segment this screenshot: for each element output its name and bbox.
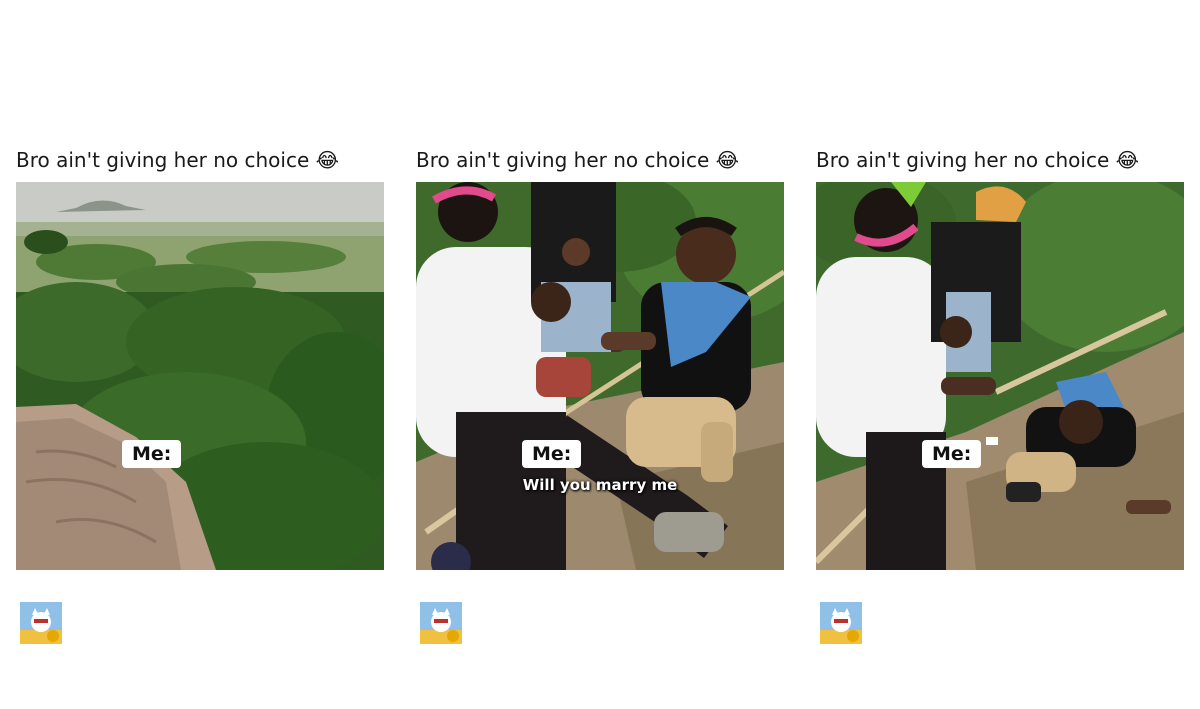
cliff-forest-scene bbox=[16, 182, 384, 570]
cartoon-cat-avatar-icon[interactable] bbox=[420, 602, 462, 644]
panel-caption: Bro ain't giving her no choice 😂 bbox=[416, 140, 784, 180]
meme-panel-1: Bro ain't giving her no choice 😂 Me: bbox=[16, 140, 384, 644]
video-frame-aftermath[interactable]: Me: bbox=[816, 182, 1184, 570]
video-frame-proposal[interactable]: Me: Will you marry me bbox=[416, 182, 784, 570]
me-overlay-label: Me: bbox=[122, 440, 182, 468]
proposal-scene bbox=[416, 182, 784, 570]
laughing-crying-emoji-icon: 😂 bbox=[315, 148, 339, 172]
video-subtitle: Will you marry me bbox=[522, 476, 678, 494]
panel-caption: Bro ain't giving her no choice 😂 bbox=[16, 140, 384, 180]
caption-text: Bro ain't giving her no choice bbox=[416, 148, 710, 172]
me-overlay-label: Me: bbox=[522, 440, 582, 468]
meme-panel-3: Bro ain't giving her no choice 😂 Me: bbox=[816, 140, 1184, 644]
aftermath-scene bbox=[816, 182, 1184, 570]
laughing-crying-emoji-icon: 😂 bbox=[1115, 148, 1139, 172]
meme-panel-2: Bro ain't giving her no choice 😂 Me: Wil… bbox=[416, 140, 784, 644]
panel-caption: Bro ain't giving her no choice 😂 bbox=[816, 140, 1184, 180]
video-frame-cliff-view[interactable]: Me: bbox=[16, 182, 384, 570]
cartoon-cat-avatar-icon[interactable] bbox=[820, 602, 862, 644]
caption-text: Bro ain't giving her no choice bbox=[16, 148, 310, 172]
me-overlay-label: Me: bbox=[922, 440, 982, 468]
cartoon-cat-avatar-icon[interactable] bbox=[20, 602, 62, 644]
caption-text: Bro ain't giving her no choice bbox=[816, 148, 1110, 172]
laughing-crying-emoji-icon: 😂 bbox=[715, 148, 739, 172]
